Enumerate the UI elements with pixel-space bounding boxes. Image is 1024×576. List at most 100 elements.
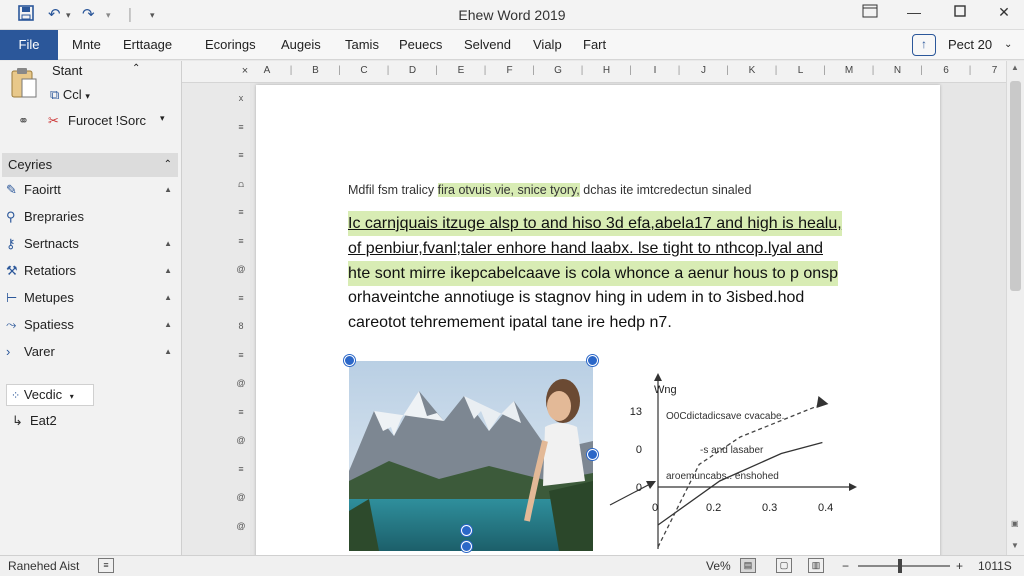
mountain-lake-photo[interactable] [349, 361, 593, 551]
nav-item-label: Spatiess [24, 317, 74, 332]
pen-icon: ✎ [6, 182, 17, 197]
nav-item-5[interactable]: ⊢ Metupes ▲ [6, 287, 176, 309]
ruler-tick: @ [236, 264, 246, 274]
ruler-minor-tick: | [871, 65, 875, 76]
document-line: Mdfil fsm tralicy fira otvuis vie, snice… [348, 183, 751, 197]
tab-design[interactable]: Ecorings [205, 30, 256, 60]
scroll-down-icon[interactable]: ▼ [1011, 541, 1019, 550]
nav-item-2[interactable]: ⚲ Brepraries [6, 206, 176, 228]
line-chart[interactable]: Wng 13 0 0 0 0.2 0.3 0.4 O0Cdictadicsave cvacabe… [596, 355, 866, 555]
resize-handle[interactable] [461, 525, 472, 536]
view-icon: ⁘ [11, 390, 21, 402]
arrow-icon: ▲ [164, 266, 172, 275]
nav-item-3[interactable]: ⚷ Sertnacts ▲ [6, 233, 176, 255]
ruler-minor-tick: | [968, 65, 972, 76]
ruler-tick: F [506, 65, 513, 76]
cursor-icon: ⤳ [6, 317, 17, 332]
ruler-tick: @ [236, 520, 246, 531]
account-label[interactable]: Pect 20 [948, 30, 992, 60]
ruler-tick: M [844, 65, 854, 76]
nav-item-4[interactable]: ⚒ Retatiors ▲ [6, 260, 176, 282]
vertical-scrollbar[interactable]: ▲ ▣ ▼ [1006, 61, 1024, 555]
ruler-tick: 8 [238, 321, 244, 331]
tab-home[interactable]: Mnte [72, 30, 101, 60]
ribbon-display-icon[interactable] [858, 4, 882, 24]
ruler-minor-tick: | [386, 65, 390, 76]
tab-insert[interactable]: Erttaage [123, 30, 172, 60]
arrow-icon: ▲ [164, 320, 172, 329]
collapse-ribbon-icon[interactable]: ⌄ [1004, 30, 1012, 60]
styles-section-label: Ceyries [8, 157, 53, 172]
chart-annotation: O0Cdictadicsave cvacabe. [666, 411, 784, 422]
horizontal-ruler: × A | B | C | D | E | F | G | H | I | J | K | L | M | N | 6 | 7 [182, 61, 1006, 83]
zoom-slider[interactable] [858, 565, 950, 567]
nav-item-1[interactable]: ✎ Faoirtt ▲ [6, 179, 176, 201]
chart-y-tick: 13 [630, 406, 642, 418]
ruler-tick: ⩍ [238, 178, 244, 189]
ruler-tab-stop-icon[interactable]: × [240, 65, 250, 77]
document-page[interactable]: Mdfil fsm tralicy fira otvuis vie, snice… [256, 85, 940, 555]
key-icon: ⚷ [6, 236, 16, 251]
document-area: Mdfil fsm tralicy fira otvuis vie, snice… [250, 83, 1006, 555]
ruler-tick: G [554, 65, 562, 76]
tab-layout[interactable]: Augeis [281, 30, 321, 60]
zoom-out-icon[interactable]: − [842, 559, 849, 573]
paragraph-1[interactable]: Ic carnjquais itzuge alsp to and hiso 3d… [348, 211, 868, 286]
tab-references[interactable]: Tamis [345, 30, 379, 60]
zoom-in-icon[interactable]: + [956, 559, 963, 573]
y-axis-arrow [654, 373, 662, 381]
paragraph-line: hte sont mirre ikepcabelcaave is cola wh… [348, 261, 839, 286]
chart-y-tick: 0 [636, 444, 642, 456]
proofing-icon[interactable]: ≡ [98, 558, 114, 573]
resize-handle[interactable] [344, 355, 355, 366]
copy-icon: ⧉ [50, 87, 60, 102]
tab-review[interactable]: Selvend [464, 30, 511, 60]
chart-y-tick: 0 [636, 482, 642, 494]
read-mode-icon[interactable]: ▤ [740, 558, 756, 573]
ruler-tick: x [238, 93, 244, 103]
highlighted-text: fira otvuis vie, snice tyory, [437, 183, 580, 197]
line-text: dchas ite imtcredectun sinaled [583, 183, 752, 197]
paragraph-2[interactable]: orhaveintche annotiuge is stagnov hing i… [348, 285, 868, 335]
web-layout-icon[interactable]: ▥ [808, 558, 824, 573]
maximize-icon[interactable] [948, 4, 972, 24]
scroll-thumb[interactable] [1010, 81, 1021, 291]
ruler-tick: E [457, 65, 465, 76]
styles-section-header[interactable]: Ceyries ⌃ [2, 153, 178, 177]
ruler-minor-tick: | [920, 65, 923, 76]
tab-mailings[interactable]: Peuecs [399, 30, 442, 60]
ruler-tick: 7 [991, 65, 998, 76]
share-icon[interactable]: ↑ [912, 34, 936, 56]
view-dropdown-icon: ▾ [69, 392, 74, 401]
chevron-up-icon: ⌃ [132, 63, 141, 74]
nav-item-7[interactable]: › Varer ▲ [6, 341, 176, 363]
minimize-icon[interactable]: — [902, 4, 926, 24]
close-icon[interactable]: ✕ [992, 4, 1016, 24]
ruler-tick: H [602, 65, 611, 76]
arrow-icon: ▲ [164, 239, 172, 248]
ruler-minor-tick: | [774, 65, 778, 76]
scroll-up-icon[interactable]: ▲ [1011, 63, 1019, 72]
tab-format[interactable]: Fart [583, 30, 606, 60]
status-text[interactable]: Ranehed Aist [8, 559, 79, 573]
language-label[interactable]: Ve% [706, 559, 731, 573]
tab-file[interactable]: File [0, 30, 58, 60]
line-text: Mdfil fsm tralicy [348, 183, 435, 197]
print-layout-icon[interactable]: ▢ [776, 558, 792, 573]
paste-button[interactable]: Stant ⌃ [52, 63, 140, 85]
tab-view[interactable]: Vialp [533, 30, 562, 60]
x-axis-arrow [849, 483, 857, 491]
arrow-icon: ▲ [164, 347, 172, 356]
format-painter-button[interactable]: ⚭ ✂ Furocet !Sorc ▾ [18, 113, 178, 135]
nav-item-6[interactable]: ⤳ Spatiess ▲ [6, 314, 176, 336]
paste-icon[interactable] [10, 67, 38, 101]
edit-item[interactable]: ↳ Eat2 [12, 410, 182, 432]
copy-button[interactable]: ⧉ Ccl ▾ [50, 87, 90, 109]
ruler-tick: ≡ [238, 406, 244, 417]
zoom-slider-thumb[interactable] [898, 559, 903, 573]
ruler-tick: D [408, 65, 417, 76]
left-pane: Stant ⌃ ⧉ Ccl ▾ ⚭ ✂ Furocet !Sorc ▾ Ceyr… [0, 61, 182, 555]
resize-handle[interactable] [461, 541, 472, 552]
view-dropdown[interactable]: ⁘ Vecdic ▾ [6, 384, 94, 406]
zoom-level[interactable]: 1011S [978, 559, 1012, 573]
